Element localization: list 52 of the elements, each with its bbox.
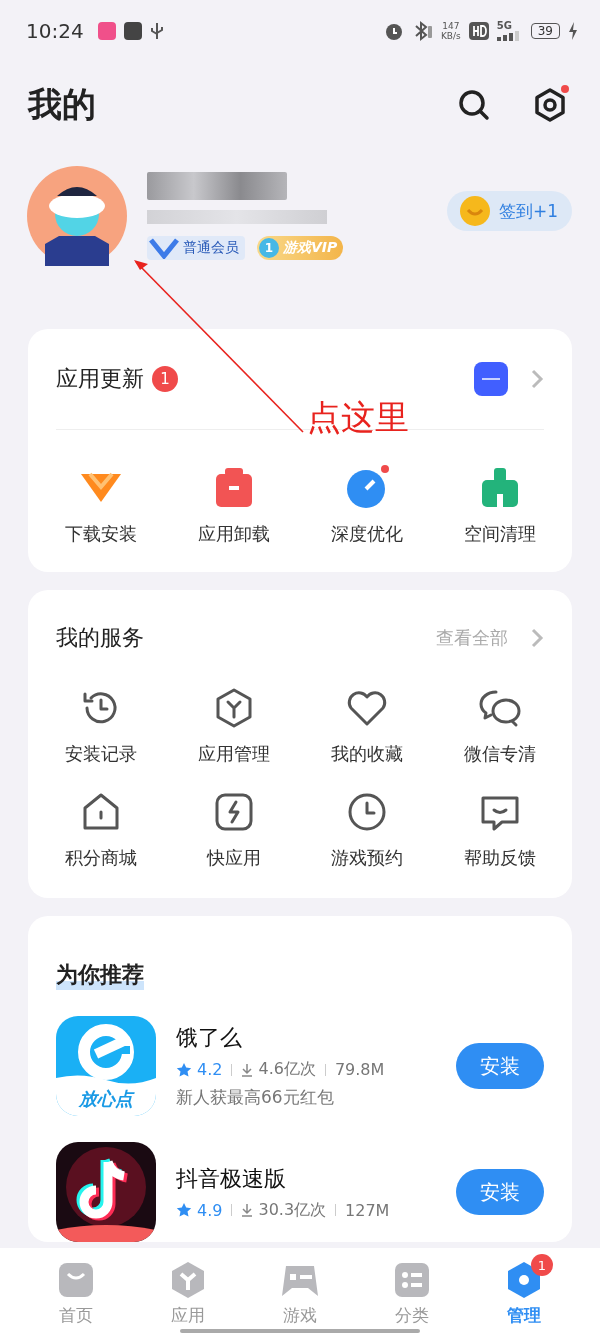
app-size: 79.8M [334,1060,385,1079]
service-item[interactable]: 游戏预约 [300,790,433,870]
app-description: 新人获最高66元红包 [176,1086,335,1109]
tool-item[interactable]: 深度优化 [300,464,433,546]
app-name: 饿了么 [176,1024,243,1052]
battery-indicator: 39 [530,23,560,39]
usb-icon [149,21,164,41]
tool-item[interactable]: 空间清理 [433,464,566,546]
service-item[interactable]: 帮助反馈 [433,790,566,870]
section-title: 我的服务 [56,624,144,652]
service-item[interactable]: 应用管理 [167,686,300,766]
service-item[interactable]: 快应用 [167,790,300,870]
section-title: 应用更新 [56,365,144,393]
app-icon[interactable] [56,1142,156,1242]
service-item[interactable]: 安装记录 [34,686,167,766]
service-item[interactable]: 我的收藏 [300,686,433,766]
member-badge[interactable]: 普通会员 [147,236,245,260]
update-count-badge: 1 [152,366,178,392]
app-notification-icon [123,22,142,40]
list-icon [392,1260,432,1300]
network-speed: 147 KB/s [440,21,461,41]
search-icon[interactable] [456,87,492,123]
coin-icon [458,195,491,227]
notification-badge: 1 [531,1254,553,1276]
level-medal: 1 [259,238,279,258]
tool-item[interactable]: 下载安装 [34,464,167,546]
avatar-icon[interactable] [27,166,127,266]
charging-icon [568,21,578,41]
chevron-shield-icon [149,237,179,259]
star-icon [176,1202,192,1218]
download-arrow-icon [241,1203,254,1217]
signal-indicator: 5G [496,21,523,41]
section-title: 为你推荐 [56,960,144,990]
nav-tab[interactable]: 管理 1 [489,1248,559,1337]
star-icon [176,1061,192,1078]
annotation-text: 点这里 [307,396,409,439]
service-item[interactable]: 积分商城 [34,790,167,870]
bag-icon [56,1260,96,1300]
app-notification-icon [97,22,116,40]
download-arrow-icon [241,1062,254,1077]
clock-time: 10:24 [26,19,84,43]
download-count: 30.3亿次 [258,1199,327,1221]
hd-icon [468,22,489,40]
page-title: 我的 [28,83,97,126]
download-count: 4.6亿次 [258,1059,316,1080]
app-rating: 4.9 [197,1200,223,1220]
app-name: 抖音极速版 [176,1164,287,1193]
store-logo-icon[interactable] [474,362,508,396]
app-rating: 4.2 [197,1060,223,1079]
service-item[interactable]: 微信专清 [433,686,566,766]
app-size: 127M [345,1200,390,1220]
tool-item[interactable]: 应用卸载 [167,464,300,546]
